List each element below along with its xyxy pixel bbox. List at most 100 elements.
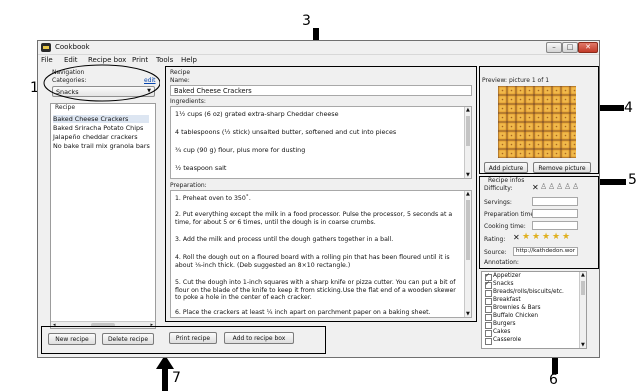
star-icon[interactable]: ★	[532, 232, 540, 242]
preparation-step: 3. Add the milk and process until the do…	[175, 236, 394, 243]
recipe-infos-panel: Recipe infos Difficulty: ✕ ♙ ♙ ♙ ♙ ♙ Ser…	[481, 177, 597, 267]
ingredients-scrollbar[interactable]: ▲ ▼	[464, 107, 471, 178]
scroll-down-icon[interactable]: ▼	[466, 172, 470, 178]
scroll-down-icon[interactable]: ▼	[466, 311, 470, 317]
navigation-panel: Navigation Categories: edit Snacks ▼ Rec…	[40, 64, 160, 331]
recipe-list: Recipe Baked Cheese Crackers Baked Srira…	[50, 103, 156, 329]
preparation-time-label: Preparation time:	[484, 211, 537, 218]
category-label: Cakes	[493, 329, 511, 335]
categories-scrollbar[interactable]: ▲ ▼	[579, 272, 586, 348]
cooking-time-label: Cooking time:	[484, 223, 526, 230]
recipe-list-item[interactable]: Jalapeño cheddar crackers	[53, 133, 138, 141]
preparation-step: 4. Roll the dough out on a floured board…	[175, 254, 450, 269]
preparation-step: 6. Place the crackers at least ¼ inch ap…	[175, 309, 431, 316]
category-label: Burgers	[493, 321, 516, 327]
menu-help[interactable]: Help	[181, 56, 197, 64]
preparation-textarea[interactable]: 1. Preheat oven to 350˚. 2. Put everythi…	[170, 190, 472, 318]
recipe-list-item[interactable]: No bake trail mix granola bars	[53, 142, 150, 150]
annotation-4: 4	[624, 100, 633, 116]
source-field[interactable]: http://kathdedon.wor	[513, 247, 578, 256]
star-icon[interactable]: ★	[542, 232, 550, 242]
print-recipe-button[interactable]: Print recipe	[169, 332, 217, 344]
close-button[interactable]: ✕	[578, 42, 598, 53]
chef-hat-icon[interactable]: ♙	[572, 182, 579, 191]
servings-field[interactable]	[532, 197, 578, 206]
category-checkbox[interactable]	[485, 314, 492, 321]
title-bar: Cookbook – □ ✕	[38, 41, 599, 55]
star-icon[interactable]: ★	[562, 232, 570, 242]
preparation-step: 1. Preheat oven to 350˚.	[175, 195, 251, 202]
annotation-3: 3	[302, 13, 311, 29]
preview-label: Preview: picture 1 of 1	[482, 77, 550, 84]
scroll-thumb[interactable]	[466, 116, 470, 146]
servings-label: Servings:	[484, 199, 512, 206]
scroll-thumb[interactable]	[466, 200, 470, 260]
ingredients-textarea[interactable]: 1½ cups (6 oz) grated extra-sharp Chedda…	[170, 106, 472, 179]
recipe-list-item[interactable]: Baked Sriracha Potato Chips	[53, 124, 143, 132]
category-checkbox[interactable]	[485, 290, 492, 297]
preparation-time-field[interactable]	[532, 209, 578, 218]
ingredient-line: ½ teaspoon salt	[175, 164, 227, 172]
category-label: Buffalo Chicken	[493, 313, 539, 319]
delete-recipe-button[interactable]: Delete recipe	[102, 333, 154, 345]
add-to-recipe-box-button[interactable]: Add to recipe box	[224, 332, 294, 344]
annotation-5: 5	[628, 172, 637, 188]
chef-hat-icon[interactable]: ♙	[564, 182, 571, 191]
ingredients-label: Ingredients:	[170, 98, 206, 105]
preparation-step: 2. Put everything except the milk in a f…	[175, 211, 453, 226]
category-label: Casserole	[493, 337, 522, 343]
category-checkbox[interactable]	[485, 298, 492, 305]
chef-hat-icon[interactable]: ♙	[548, 182, 555, 191]
arrow-7	[156, 355, 174, 391]
name-label: Name:	[170, 77, 190, 84]
recipe-name-field[interactable]: Baked Cheese Crackers	[170, 85, 472, 96]
chef-hat-icon[interactable]: ♙	[540, 182, 547, 191]
scroll-up-icon[interactable]: ▲	[581, 272, 585, 278]
recipe-section-label: Recipe	[170, 69, 191, 76]
window-title: Cookbook	[55, 43, 90, 51]
star-icon[interactable]: ★	[552, 232, 560, 242]
category-label: Appetizer	[493, 273, 521, 279]
source-value: http://kathdedon.wor	[516, 248, 576, 254]
scroll-thumb[interactable]	[581, 281, 585, 295]
cooking-time-field[interactable]	[532, 221, 578, 230]
annotation-6: 6	[549, 372, 558, 388]
category-checkbox[interactable]	[485, 306, 492, 313]
preparation-step: 5. Cut the dough into 1-inch squares wit…	[175, 279, 456, 301]
clear-difficulty-icon[interactable]: ✕	[532, 183, 539, 192]
recipe-name-value: Baked Cheese Crackers	[174, 87, 252, 95]
recipe-infos-header: Recipe infos	[488, 177, 525, 184]
clear-rating-icon[interactable]: ✕	[513, 233, 520, 242]
scroll-up-icon[interactable]: ▲	[466, 107, 470, 113]
category-label: Brownies & Bars	[493, 305, 541, 311]
category-label: Snacks	[493, 281, 514, 287]
chef-hat-icon[interactable]: ♙	[556, 182, 563, 191]
maximize-button[interactable]: □	[562, 42, 578, 53]
callout-ellipse-1	[43, 64, 160, 102]
annotation-label: Annotation:	[484, 259, 519, 266]
add-picture-button[interactable]: Add picture	[484, 162, 528, 173]
recipe-photo	[498, 86, 576, 158]
scroll-down-icon[interactable]: ▼	[581, 342, 585, 348]
recipe-panel: Recipe Name: Baked Cheese Crackers Ingre…	[167, 68, 475, 320]
source-label: Source:	[484, 249, 507, 256]
category-checkbox[interactable]	[485, 322, 492, 329]
category-checkbox[interactable]	[485, 330, 492, 337]
scroll-up-icon[interactable]: ▲	[466, 191, 470, 197]
category-checkbox[interactable]	[485, 338, 492, 345]
preview-panel: Preview: picture 1 of 1 Add picture Remo…	[481, 68, 597, 173]
star-icon[interactable]: ★	[522, 232, 530, 242]
categories-checklist: Appetizer Snacks Breads/rolls/biscuits/e…	[481, 271, 587, 349]
minimize-button[interactable]: –	[546, 42, 562, 53]
category-label: Breakfast	[493, 297, 521, 303]
category-label: Breads/rolls/biscuits/etc.	[493, 289, 564, 295]
preparation-scrollbar[interactable]: ▲ ▼	[464, 191, 471, 317]
recipe-list-item[interactable]: Baked Cheese Crackers	[53, 115, 149, 123]
ingredient-line: ¾ cup (90 g) flour, plus more for dustin…	[175, 146, 306, 154]
remove-picture-button[interactable]: Remove picture	[533, 162, 591, 173]
ingredient-line: 1½ cups (6 oz) grated extra-sharp Chedda…	[175, 110, 339, 118]
category-checkbox[interactable]	[485, 280, 492, 289]
ingredient-line: 4 tablespoons (½ stick) unsalted butter,…	[175, 128, 397, 136]
rating-label: Rating:	[484, 236, 506, 243]
new-recipe-button[interactable]: New recipe	[48, 333, 96, 345]
